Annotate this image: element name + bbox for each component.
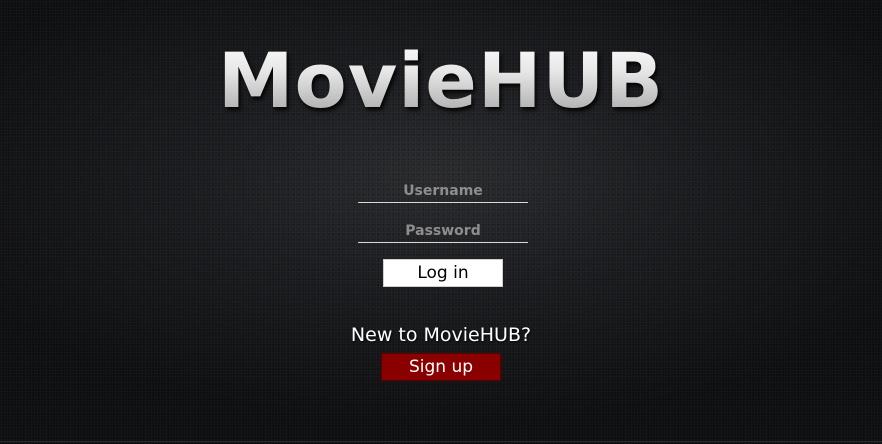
- app-logo: MovieHUB: [0, 36, 882, 126]
- signup-prompt: New to MovieHUB?: [350, 324, 532, 346]
- login-button[interactable]: Log in: [383, 259, 503, 287]
- password-input[interactable]: [358, 220, 528, 243]
- signup-button[interactable]: Sign up: [381, 353, 501, 381]
- username-input[interactable]: [358, 180, 528, 203]
- divider: [0, 441, 882, 442]
